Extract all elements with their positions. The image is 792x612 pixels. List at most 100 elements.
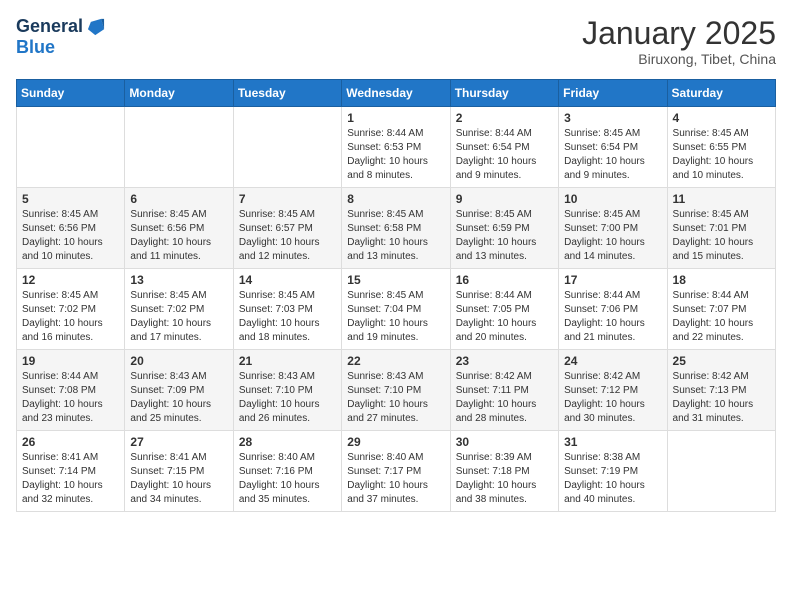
day-number: 23 — [456, 354, 553, 368]
day-number: 13 — [130, 273, 227, 287]
day-info: Sunrise: 8:45 AM Sunset: 6:55 PM Dayligh… — [673, 127, 770, 183]
calendar-cell: 7Sunrise: 8:45 AM Sunset: 6:57 PM Daylig… — [233, 188, 341, 269]
calendar-cell: 30 Sunrise: 8:39 AM Sunset: 7:18 PM Dayli… — [450, 431, 558, 512]
calendar-cell: 21 Sunrise: 8:43 AM Sunset: 7:10 PM Dayli… — [233, 350, 341, 431]
day-number: 19 — [22, 354, 119, 368]
calendar-cell: 15Sunrise: 8:45 AM Sunset: 7:04 PM Dayli… — [342, 269, 450, 350]
calendar-cell — [667, 431, 775, 512]
day-info: Sunrise: 8:45 AM Sunset: 6:54 PM Dayligh… — [564, 127, 661, 183]
day-number: 25 — [673, 354, 770, 368]
day-info: Sunrise: 8:43 AM Sunset: 7:10 PM Dayligh… — [347, 370, 444, 426]
calendar-cell: 31 Sunrise: 8:38 AM Sunset: 7:19 PM Dayli… — [559, 431, 667, 512]
calendar-week-row: 26Sunrise: 8:41 AM Sunset: 7:14 PM Dayli… — [17, 431, 776, 512]
calendar-cell: 18 Sunrise: 8:44 AM Sunset: 7:07 PM Dayli… — [667, 269, 775, 350]
month-title: January 2025 — [582, 16, 776, 51]
day-info: Sunrise: 8:43 AM Sunset: 7:09 PM Dayligh… — [130, 370, 227, 426]
day-info: Sunrise: 8:43 AM Sunset: 7:10 PM Dayligh… — [239, 370, 336, 426]
day-info: Sunrise: 8:42 AM Sunset: 7:11 PM Dayligh… — [456, 370, 553, 426]
day-number: 10 — [564, 192, 661, 206]
day-number: 30 — [456, 435, 553, 449]
calendar-cell: 29Sunrise: 8:40 AM Sunset: 7:17 PM Dayli… — [342, 431, 450, 512]
day-info: Sunrise: 8:45 AM Sunset: 7:01 PM Dayligh… — [673, 208, 770, 264]
calendar-cell: 25 Sunrise: 8:42 AM Sunset: 7:13 PM Dayli… — [667, 350, 775, 431]
calendar-cell: 16Sunrise: 8:44 AM Sunset: 7:05 PM Dayli… — [450, 269, 558, 350]
calendar-cell: 4 Sunrise: 8:45 AM Sunset: 6:55 PM Daylig… — [667, 107, 775, 188]
day-info: Sunrise: 8:45 AM Sunset: 7:04 PM Dayligh… — [347, 289, 444, 345]
day-number: 22 — [347, 354, 444, 368]
day-info: Sunrise: 8:42 AM Sunset: 7:13 PM Dayligh… — [673, 370, 770, 426]
calendar-cell: 3 Sunrise: 8:45 AM Sunset: 6:54 PM Daylig… — [559, 107, 667, 188]
calendar-cell — [17, 107, 125, 188]
calendar-cell — [125, 107, 233, 188]
calendar-cell: 20 Sunrise: 8:43 AM Sunset: 7:09 PM Dayli… — [125, 350, 233, 431]
day-info: Sunrise: 8:40 AM Sunset: 7:16 PM Dayligh… — [239, 451, 336, 507]
day-number: 3 — [564, 111, 661, 125]
day-number: 4 — [673, 111, 770, 125]
day-number: 1 — [347, 111, 444, 125]
day-number: 8 — [347, 192, 444, 206]
day-info: Sunrise: 8:41 AM Sunset: 7:15 PM Dayligh… — [130, 451, 227, 507]
day-info: Sunrise: 8:44 AM Sunset: 7:07 PM Dayligh… — [673, 289, 770, 345]
day-number: 18 — [673, 273, 770, 287]
day-number: 5 — [22, 192, 119, 206]
day-number: 29 — [347, 435, 444, 449]
day-number: 2 — [456, 111, 553, 125]
day-info: Sunrise: 8:45 AM Sunset: 7:02 PM Dayligh… — [130, 289, 227, 345]
day-number: 20 — [130, 354, 227, 368]
calendar-cell: 19 Sunrise: 8:44 AM Sunset: 7:08 PM Dayli… — [17, 350, 125, 431]
calendar-cell: 14 Sunrise: 8:45 AM Sunset: 7:03 PM Dayli… — [233, 269, 341, 350]
calendar-cell: 22 Sunrise: 8:43 AM Sunset: 7:10 PM Dayli… — [342, 350, 450, 431]
logo: General Blue — [16, 16, 107, 58]
calendar-cell: 1Sunrise: 8:44 AM Sunset: 6:53 PM Daylig… — [342, 107, 450, 188]
day-number: 26 — [22, 435, 119, 449]
weekday-header: Sunday — [17, 80, 125, 107]
calendar-week-row: 19 Sunrise: 8:44 AM Sunset: 7:08 PM Dayli… — [17, 350, 776, 431]
calendar-cell: 28 Sunrise: 8:40 AM Sunset: 7:16 PM Dayli… — [233, 431, 341, 512]
calendar-table: SundayMondayTuesdayWednesdayThursdayFrid… — [16, 79, 776, 512]
calendar-cell: 2 Sunrise: 8:44 AM Sunset: 6:54 PM Daylig… — [450, 107, 558, 188]
weekday-header: Monday — [125, 80, 233, 107]
day-number: 14 — [239, 273, 336, 287]
day-number: 28 — [239, 435, 336, 449]
calendar-cell: 24Sunrise: 8:42 AM Sunset: 7:12 PM Dayli… — [559, 350, 667, 431]
day-number: 12 — [22, 273, 119, 287]
calendar-cell: 10 Sunrise: 8:45 AM Sunset: 7:00 PM Dayli… — [559, 188, 667, 269]
day-number: 16 — [456, 273, 553, 287]
calendar-cell: 11 Sunrise: 8:45 AM Sunset: 7:01 PM Dayli… — [667, 188, 775, 269]
day-number: 6 — [130, 192, 227, 206]
day-info: Sunrise: 8:44 AM Sunset: 7:08 PM Dayligh… — [22, 370, 119, 426]
calendar-week-row: 1Sunrise: 8:44 AM Sunset: 6:53 PM Daylig… — [17, 107, 776, 188]
day-info: Sunrise: 8:39 AM Sunset: 7:18 PM Dayligh… — [456, 451, 553, 507]
weekday-header: Tuesday — [233, 80, 341, 107]
weekday-header: Saturday — [667, 80, 775, 107]
day-number: 17 — [564, 273, 661, 287]
calendar-cell: 26Sunrise: 8:41 AM Sunset: 7:14 PM Dayli… — [17, 431, 125, 512]
calendar-week-row: 12 Sunrise: 8:45 AM Sunset: 7:02 PM Dayli… — [17, 269, 776, 350]
day-info: Sunrise: 8:38 AM Sunset: 7:19 PM Dayligh… — [564, 451, 661, 507]
day-info: Sunrise: 8:45 AM Sunset: 7:00 PM Dayligh… — [564, 208, 661, 264]
day-info: Sunrise: 8:45 AM Sunset: 6:59 PM Dayligh… — [456, 208, 553, 264]
calendar-cell: 12Sunrise: 8:45 AM Sunset: 7:02 PM Dayli… — [17, 269, 125, 350]
weekday-header-row: SundayMondayTuesdayWednesdayThursdayFrid… — [17, 80, 776, 107]
title-block: January 2025 Biruxong, Tibet, China — [582, 16, 776, 67]
day-number: 27 — [130, 435, 227, 449]
day-number: 7 — [239, 192, 336, 206]
logo-text: General Blue — [16, 16, 107, 58]
day-info: Sunrise: 8:44 AM Sunset: 6:54 PM Dayligh… — [456, 127, 553, 183]
day-number: 31 — [564, 435, 661, 449]
weekday-header: Wednesday — [342, 80, 450, 107]
calendar-cell: 9Sunrise: 8:45 AM Sunset: 6:59 PM Daylig… — [450, 188, 558, 269]
day-info: Sunrise: 8:45 AM Sunset: 6:56 PM Dayligh… — [22, 208, 119, 264]
calendar-cell: 8Sunrise: 8:45 AM Sunset: 6:58 PM Daylig… — [342, 188, 450, 269]
day-info: Sunrise: 8:45 AM Sunset: 6:56 PM Dayligh… — [130, 208, 227, 264]
calendar-cell: 17Sunrise: 8:44 AM Sunset: 7:06 PM Dayli… — [559, 269, 667, 350]
location: Biruxong, Tibet, China — [582, 51, 776, 67]
calendar-cell: 27 Sunrise: 8:41 AM Sunset: 7:15 PM Dayli… — [125, 431, 233, 512]
page-header: General Blue January 2025 Biruxong, Tibe… — [16, 16, 776, 67]
calendar-cell: 13 Sunrise: 8:45 AM Sunset: 7:02 PM Dayli… — [125, 269, 233, 350]
calendar-cell: 5 Sunrise: 8:45 AM Sunset: 6:56 PM Daylig… — [17, 188, 125, 269]
calendar-week-row: 5 Sunrise: 8:45 AM Sunset: 6:56 PM Daylig… — [17, 188, 776, 269]
day-info: Sunrise: 8:45 AM Sunset: 7:03 PM Dayligh… — [239, 289, 336, 345]
day-number: 11 — [673, 192, 770, 206]
day-number: 21 — [239, 354, 336, 368]
